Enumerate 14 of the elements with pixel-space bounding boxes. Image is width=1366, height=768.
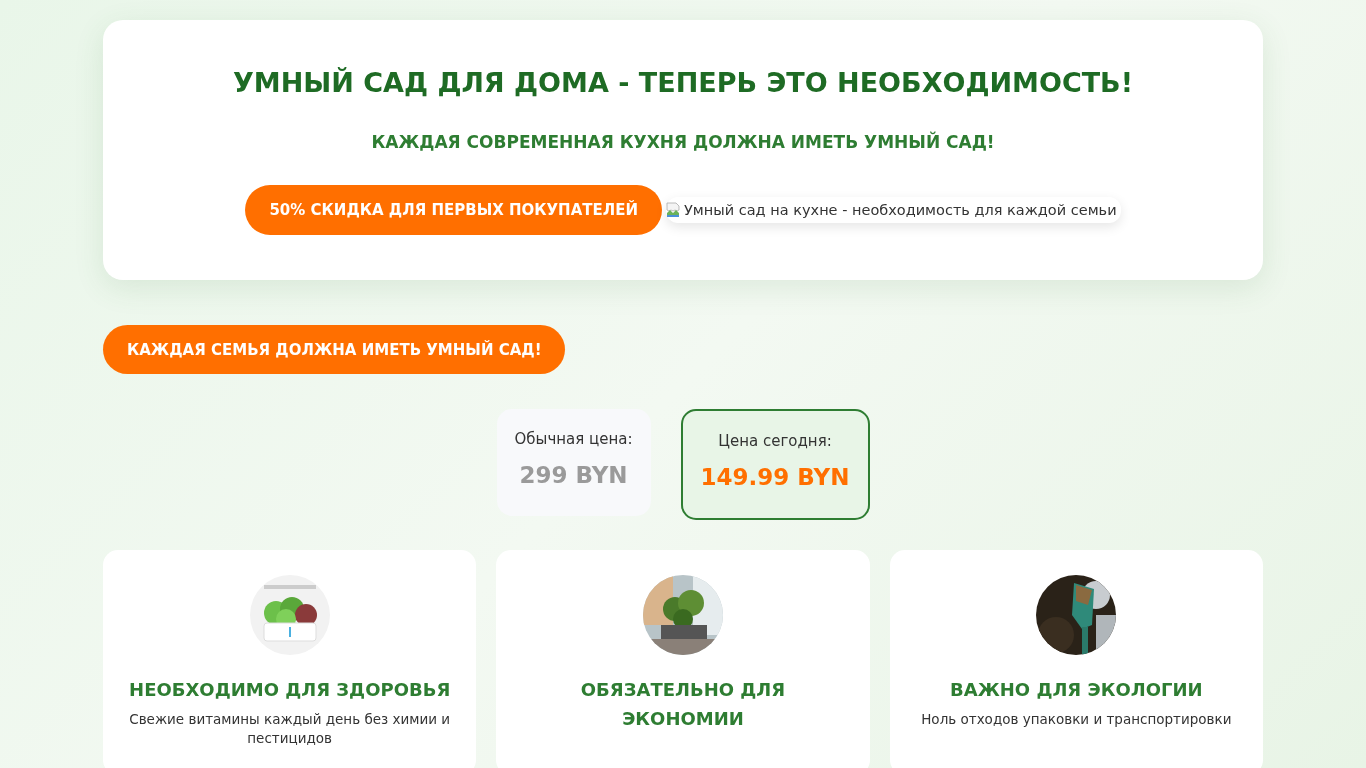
cta-button[interactable]: КАЖДАЯ СЕМЬЯ ДОЛЖНА ИМЕТЬ УМНЫЙ САД!: [103, 325, 566, 374]
feature-title: ОБЯЗАТЕЛЬНО ДЛЯ ЭКОНОМИИ: [579, 678, 787, 731]
feature-text: Свежие витамины каждый день без химии и пестицидов: [128, 710, 452, 748]
feature-title: ВАЖНО ДЛЯ ЭКОЛОГИИ: [950, 678, 1203, 702]
image-alt-text: Умный сад на кухне - необходимость для каждой семьи: [684, 202, 1117, 218]
price-label: Обычная цена:: [514, 430, 633, 448]
hero-subtitle: КАЖДАЯ СОВРЕМЕННАЯ КУХНЯ ДОЛЖНА ИМЕТЬ УМНЫЙ САД!: [371, 130, 995, 154]
hero-title: УМНЫЙ САД ДЛЯ ДОМА - ТЕПЕРЬ ЭТО НЕОБХОДИМОСТЬ!: [233, 66, 1133, 100]
feature-text: Ноль отходов упаковки и транспортировки: [921, 710, 1232, 729]
feature-title: НЕОБХОДИМО ДЛЯ ЗДОРОВЬЯ: [129, 678, 451, 702]
price-label: Цена сегодня:: [718, 432, 832, 450]
discount-button[interactable]: 50% СКИДКА ДЛЯ ПЕРВЫХ ПОКУПАТЕЛЕЙ: [245, 185, 662, 235]
price-value: 299 BYN: [519, 462, 628, 488]
price-value: 149.99 BYN: [700, 464, 850, 490]
